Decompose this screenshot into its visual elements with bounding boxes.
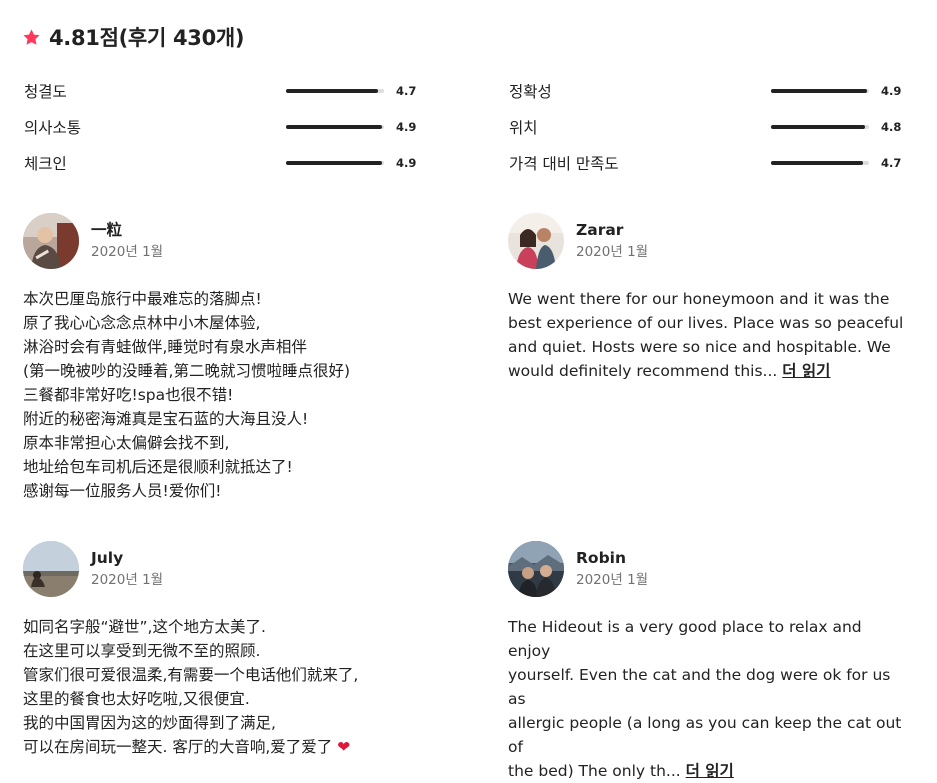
avatar[interactable] <box>23 541 79 597</box>
rating-label: 청결도 <box>24 83 67 101</box>
rating-row-cleanliness: 청결도 4.7 <box>24 79 417 103</box>
review-header: July 2020년 1월 <box>23 541 423 597</box>
reviews-header: 4.81점(후기 430개) <box>22 22 245 52</box>
avatar[interactable] <box>508 213 564 269</box>
review-card: Zarar 2020년 1월 We went there for our hon… <box>508 213 908 383</box>
rating-bar-fill <box>286 125 383 129</box>
review-text: The Hideout is a very good place to rela… <box>508 615 908 783</box>
rating-bar <box>286 125 384 129</box>
review-header: Zarar 2020년 1월 <box>508 213 908 269</box>
rating-bar-fill <box>286 89 379 93</box>
review-card: July 2020년 1월 如同名字般“避世”,这个地方太美了. 在这里可以享受… <box>23 541 423 759</box>
rating-bar <box>771 89 869 93</box>
review-card: Robin 2020년 1월 The Hideout is a very goo… <box>508 541 908 783</box>
avatar[interactable] <box>23 213 79 269</box>
rating-row-checkin: 체크인 4.9 <box>24 151 417 175</box>
rating-bar-fill <box>771 89 868 93</box>
star-icon <box>23 28 40 45</box>
rating-row-accuracy: 정확성 4.9 <box>509 79 902 103</box>
reviewer-name: Zarar <box>576 221 624 239</box>
rating-value: 4.8 <box>881 120 902 134</box>
rating-label: 위치 <box>509 119 538 137</box>
rating-summary-title: 4.81점(후기 430개) <box>49 26 245 50</box>
rating-label: 가격 대비 만족도 <box>509 155 619 173</box>
rating-bar-fill <box>771 125 866 129</box>
rating-bar <box>771 161 869 165</box>
rating-label: 체크인 <box>24 155 67 173</box>
heart-icon: ❤ <box>337 738 351 756</box>
review-text: 本次巴厘岛旅行中最难忘的落脚点! 原了我心心念念点林中小木屋体验, 淋浴时会有青… <box>23 290 351 500</box>
avatar[interactable] <box>508 541 564 597</box>
rating-value: 4.9 <box>396 120 417 134</box>
review-date: 2020년 1월 <box>576 244 649 260</box>
rating-bar <box>286 161 384 165</box>
rating-bar-fill <box>286 161 383 165</box>
rating-value: 4.7 <box>881 156 902 170</box>
read-more-link[interactable]: 더 읽기 <box>782 362 830 380</box>
read-more-link[interactable]: 더 읽기 <box>686 762 734 780</box>
rating-bar <box>286 89 384 93</box>
rating-bar-fill <box>771 161 864 165</box>
reviewer-name: Robin <box>576 549 627 567</box>
review-date: 2020년 1월 <box>576 572 649 588</box>
review-text-body: 如同名字般“避世”,这个地方太美了. 在这里可以享受到无微不至的照顾. 管家们很… <box>23 618 359 756</box>
reviewer-name: July <box>91 549 124 567</box>
rating-row-value: 가격 대비 만족도 4.7 <box>509 151 902 175</box>
rating-value: 4.9 <box>396 156 417 170</box>
rating-label: 정확성 <box>509 83 552 101</box>
rating-row-communication: 의사소통 4.9 <box>24 115 417 139</box>
rating-bar <box>771 125 869 129</box>
review-text-body: The Hideout is a very good place to rela… <box>508 618 902 780</box>
review-date: 2020년 1월 <box>91 244 164 260</box>
review-header: Robin 2020년 1월 <box>508 541 908 597</box>
rating-value: 4.9 <box>881 84 902 98</box>
rating-value: 4.7 <box>396 84 417 98</box>
review-text: We went there for our honeymoon and it w… <box>508 287 908 383</box>
review-text-body: We went there for our honeymoon and it w… <box>508 290 904 380</box>
review-date: 2020년 1월 <box>91 572 164 588</box>
review-card: 一粒 2020년 1월 本次巴厘岛旅行中最难忘的落脚点! 原了我心心念念点林中小… <box>23 213 423 503</box>
review-header: 一粒 2020년 1월 <box>23 213 423 269</box>
review-text: 如同名字般“避世”,这个地方太美了. 在这里可以享受到无微不至的照顾. 管家们很… <box>23 615 423 759</box>
rating-label: 의사소통 <box>24 119 82 137</box>
rating-row-location: 위치 4.8 <box>509 115 902 139</box>
reviewer-name: 一粒 <box>91 221 123 239</box>
